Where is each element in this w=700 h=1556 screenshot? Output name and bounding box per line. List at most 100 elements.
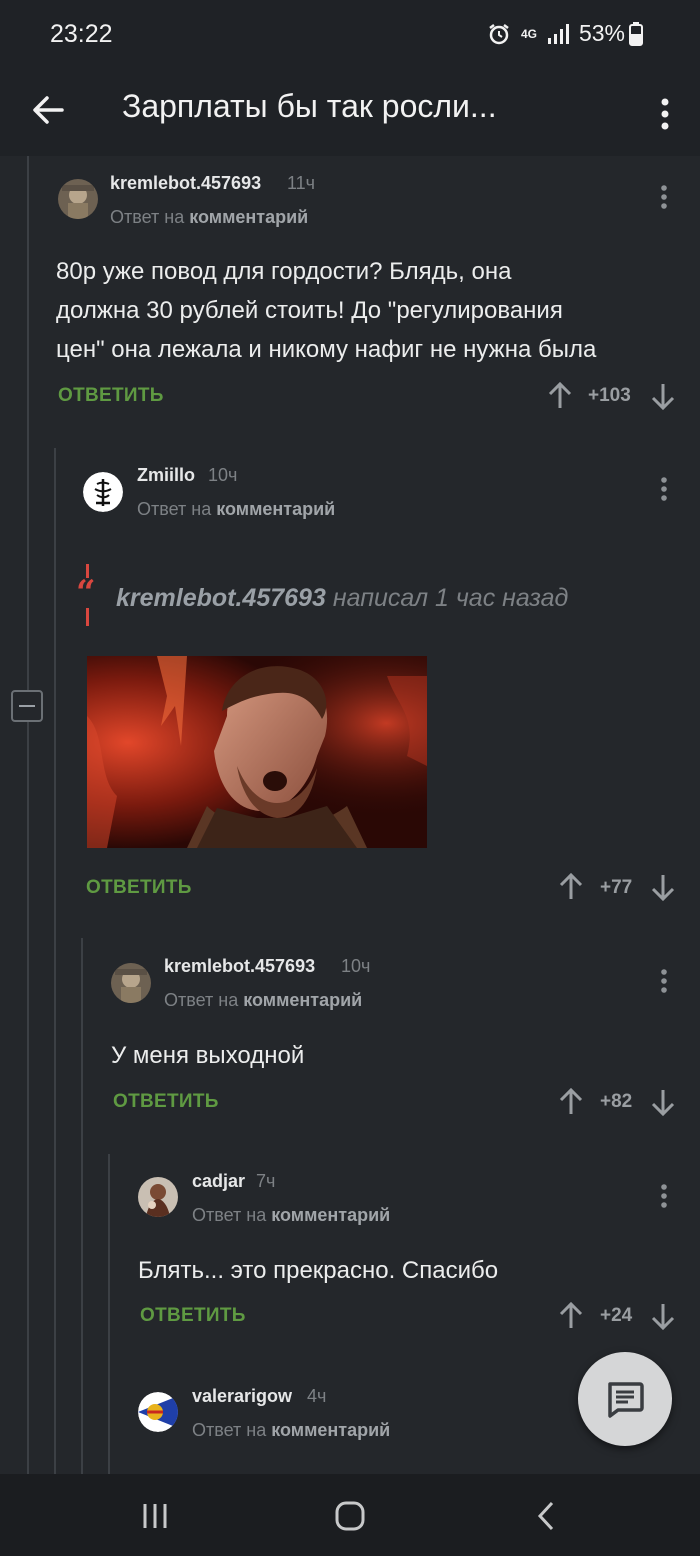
score: +103 — [588, 385, 631, 406]
system-nav-bar — [0, 1474, 700, 1556]
reply-target-link[interactable]: комментарий — [189, 207, 308, 227]
reply-target-link[interactable]: комментарий — [243, 990, 362, 1010]
avatar[interactable] — [111, 963, 151, 1003]
quote-suffix: написал 1 час назад — [332, 584, 569, 612]
more-vert-icon — [661, 477, 667, 501]
recents-icon — [143, 1504, 167, 1528]
username[interactable]: kremlebot.457693 — [164, 956, 315, 977]
quote-block: “ kremlebot.457693 написал 1 час назад — [76, 564, 636, 628]
quote-author-link[interactable]: kremlebot.457693 — [116, 584, 326, 612]
quote-icon: “ — [76, 573, 96, 613]
comment: kremlebot.457693 11ч Ответ на комментари… — [0, 156, 700, 426]
signal-icon — [547, 23, 569, 45]
recents-button[interactable] — [137, 1498, 173, 1534]
upvote-button[interactable] — [558, 872, 584, 901]
nav-back-icon — [537, 1501, 554, 1531]
reply-prefix: Ответ на — [137, 499, 212, 519]
comment-icon — [608, 1382, 644, 1418]
app-bar: Зарплаты бы так росли... — [0, 70, 700, 156]
comment-line: должна 30 рублей стоить! До "регулирован… — [56, 297, 563, 324]
more-vert-icon — [661, 1184, 667, 1208]
battery-icon — [629, 21, 643, 46]
username[interactable]: valerarigow — [192, 1386, 292, 1407]
downvote-button[interactable] — [650, 1302, 676, 1331]
comment-body: Блять... это прекрасно. Спасибо — [138, 1251, 498, 1290]
more-vert-icon — [661, 969, 667, 993]
reply-prefix: Ответ на — [110, 207, 185, 227]
network-label: 4G — [520, 26, 537, 41]
alarm-icon — [487, 22, 511, 46]
reply-button[interactable]: ОТВЕТИТЬ — [86, 877, 192, 899]
upvote-button[interactable] — [558, 1301, 584, 1330]
more-vert-icon — [661, 185, 667, 209]
upvote-button[interactable] — [547, 381, 573, 410]
reply-button[interactable]: ОТВЕТИТЬ — [140, 1305, 246, 1327]
write-comment-button[interactable] — [578, 1352, 672, 1446]
status-bar: 23:22 4G 53% — [0, 0, 700, 70]
comment: cadjar 7ч Ответ на комментарий Блять... … — [0, 1154, 700, 1354]
reply-to-label: Ответ на комментарий — [110, 207, 308, 228]
score: +24 — [600, 1305, 633, 1326]
upvote-button[interactable] — [558, 1087, 584, 1116]
arrow-up-icon — [548, 381, 572, 408]
arrow-down-icon — [651, 1090, 675, 1117]
page-title: Зарплаты бы так росли... — [122, 88, 497, 124]
status-icons: 4G 53% — [487, 20, 643, 47]
comment-menu-button[interactable] — [659, 475, 669, 505]
arrow-down-icon — [651, 875, 675, 902]
arrow-down-icon — [651, 1304, 675, 1331]
arrow-up-icon — [559, 1301, 583, 1328]
more-vert-icon — [661, 98, 669, 130]
arrow-up-icon — [559, 1087, 583, 1114]
comment-time: 10ч — [208, 465, 238, 485]
avatar[interactable] — [138, 1392, 178, 1432]
reply-to-label: Ответ на комментарий — [192, 1205, 390, 1226]
reply-target-link[interactable]: комментарий — [216, 499, 335, 519]
score: +82 — [600, 1091, 633, 1112]
home-button[interactable] — [332, 1498, 368, 1534]
reply-to-label: Ответ на комментарий — [192, 1420, 390, 1441]
downvote-button[interactable] — [650, 1088, 676, 1117]
quote-text: kremlebot.457693 написал 1 час назад — [116, 584, 568, 613]
username[interactable]: kremlebot.457693 — [110, 173, 261, 194]
home-icon — [335, 1501, 365, 1531]
more-menu-button[interactable] — [658, 92, 672, 132]
arrow-up-icon — [559, 872, 583, 899]
username[interactable]: Zmiillo — [137, 465, 195, 486]
comment-time: 11ч — [287, 173, 316, 193]
status-time: 23:22 — [50, 20, 113, 48]
comment-line: Блять... это прекрасно. Спасибо — [138, 1257, 499, 1284]
reply-prefix: Ответ на — [192, 1420, 267, 1440]
comment-line: цен" она лежала и никому нафиг не нужна … — [56, 336, 597, 363]
reply-button[interactable]: ОТВЕТИТЬ — [58, 385, 164, 407]
comment-menu-button[interactable] — [659, 183, 669, 213]
reply-button[interactable]: ОТВЕТИТЬ — [113, 1091, 219, 1113]
comment-menu-button[interactable] — [659, 967, 669, 997]
downvote-button[interactable] — [650, 382, 676, 411]
comment-menu-button[interactable] — [659, 1182, 669, 1212]
avatar[interactable] — [138, 1177, 178, 1217]
score: +77 — [600, 877, 633, 898]
comment: kremlebot.457693 10ч Ответ на комментари… — [0, 938, 700, 1138]
reply-to-label: Ответ на комментарий — [137, 499, 335, 520]
reply-prefix: Ответ на — [192, 1205, 267, 1225]
comment-body: У меня выходной — [111, 1036, 304, 1075]
username[interactable]: cadjar — [192, 1171, 245, 1192]
arrow-left-icon — [33, 96, 64, 124]
avatar[interactable] — [83, 472, 123, 512]
downvote-button[interactable] — [650, 873, 676, 902]
reply-prefix: Ответ на — [164, 990, 239, 1010]
system-back-button[interactable] — [530, 1498, 566, 1534]
comment-line: 80р уже повод для гордости? Блядь, она — [56, 258, 512, 285]
comment-time: 7ч — [256, 1171, 276, 1191]
reply-target-link[interactable]: комментарий — [271, 1205, 390, 1225]
reply-target-link[interactable]: комментарий — [271, 1420, 390, 1440]
avatar[interactable] — [58, 179, 98, 219]
comment-gif[interactable] — [87, 656, 427, 848]
comment-time: 4ч — [307, 1386, 327, 1406]
comment-body: 80р уже повод для гордости? Блядь, она д… — [56, 252, 596, 369]
arrow-down-icon — [651, 384, 675, 411]
back-button[interactable] — [28, 90, 68, 130]
comment-time: 10ч — [341, 956, 371, 976]
comment-thread: kremlebot.457693 11ч Ответ на комментари… — [0, 156, 700, 1474]
